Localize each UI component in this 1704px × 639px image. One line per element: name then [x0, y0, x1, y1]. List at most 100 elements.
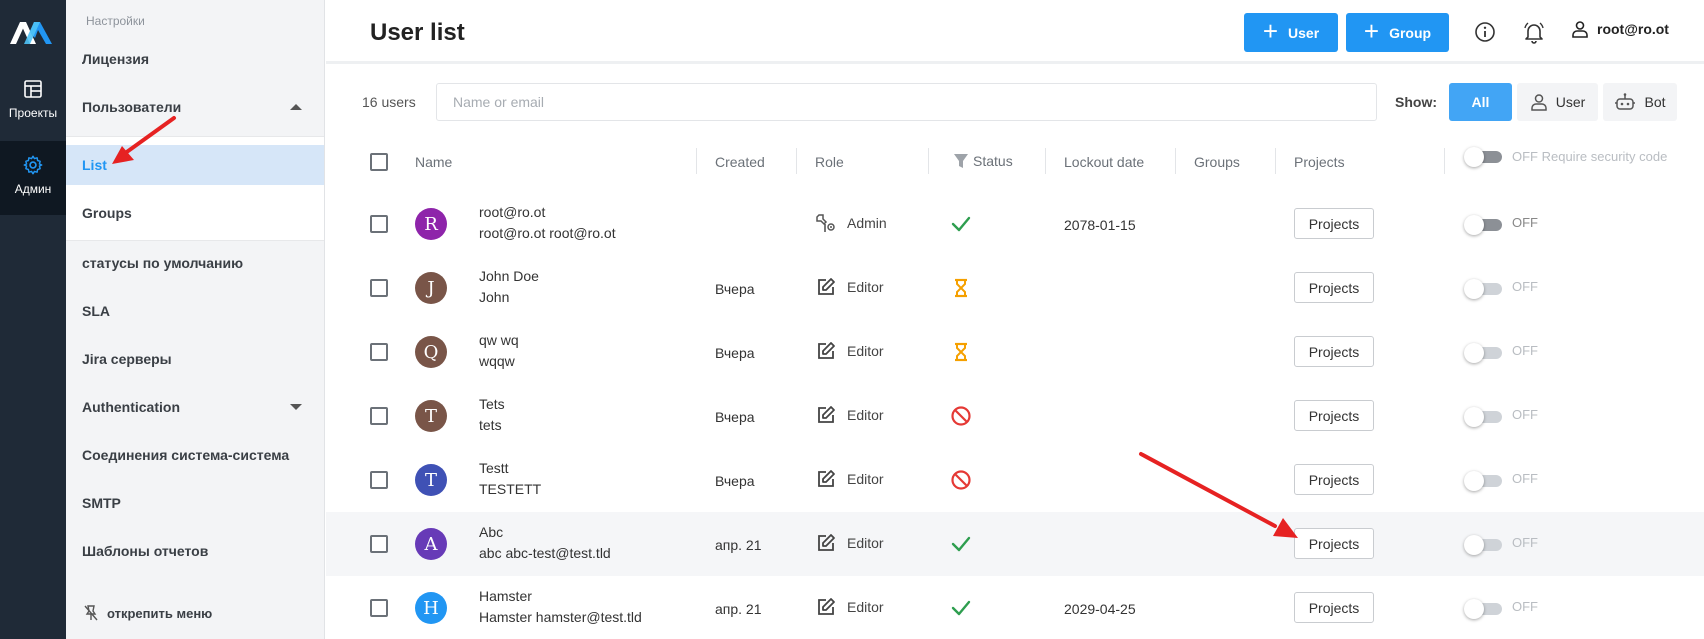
user-name[interactable]: Testt: [479, 460, 509, 476]
filter-label: Bot: [1644, 94, 1666, 110]
security-code-toggle[interactable]: [1464, 406, 1504, 427]
sidebar-item-list[interactable]: List: [66, 145, 324, 185]
sidebar-item-system-connections[interactable]: Соединения система-система: [66, 440, 324, 470]
toggle-state-label: OFF: [1512, 215, 1538, 230]
security-code-toggle[interactable]: [1464, 470, 1504, 491]
current-user-menu[interactable]: root@ro.ot: [1571, 20, 1669, 38]
column-header-lockout-date[interactable]: Lockout date: [1064, 154, 1144, 170]
row-checkbox[interactable]: [370, 407, 388, 425]
security-code-toggle[interactable]: [1464, 598, 1504, 619]
created-date: Вчера: [715, 345, 755, 361]
column-divider[interactable]: [1045, 148, 1046, 174]
sidebar-item-license[interactable]: Лицензия: [66, 44, 324, 74]
projects-button[interactable]: Projects: [1294, 400, 1374, 431]
sidebar-item-users[interactable]: Пользователи: [66, 90, 324, 124]
select-all-checkbox[interactable]: [370, 153, 388, 171]
projects-button[interactable]: Projects: [1294, 528, 1374, 559]
app-logo[interactable]: [8, 18, 54, 46]
sidebar-item-report-templates[interactable]: Шаблоны отчетов: [66, 536, 324, 566]
column-divider[interactable]: [796, 148, 797, 174]
security-code-toggle[interactable]: [1464, 214, 1504, 235]
column-divider[interactable]: [696, 148, 697, 174]
add-group-button[interactable]: + Group: [1346, 13, 1449, 52]
sidebar-item-groups[interactable]: Groups: [66, 185, 324, 241]
projects-button[interactable]: Projects: [1294, 592, 1374, 623]
rail-item-projects[interactable]: Проекты: [0, 70, 66, 140]
require-security-code-toggle[interactable]: [1464, 146, 1504, 167]
table-row[interactable]: T Tets tets Вчера Editor Projects OFF: [326, 384, 1704, 448]
projects-button[interactable]: Projects: [1294, 336, 1374, 367]
table-row[interactable]: H Hamster Hamster hamster@test.tld апр. 21 E…: [326, 576, 1704, 639]
table-row[interactable]: A Abc abc abc-test@test.tld апр. 21 Editor Pr…: [326, 512, 1704, 576]
column-header-name[interactable]: Name: [415, 154, 452, 170]
row-checkbox[interactable]: [370, 535, 388, 553]
row-checkbox[interactable]: [370, 215, 388, 233]
table-row[interactable]: J John Doe John Вчера Editor Projects OFF: [326, 256, 1704, 320]
hourglass-icon: [955, 278, 967, 298]
column-divider[interactable]: [1175, 148, 1176, 174]
filter-bot-button[interactable]: Bot: [1603, 83, 1677, 121]
security-toggle-label: OFF Require security code: [1512, 149, 1668, 164]
row-checkbox[interactable]: [370, 279, 388, 297]
search-input[interactable]: [436, 83, 1377, 121]
row-checkbox[interactable]: [370, 343, 388, 361]
user-name[interactable]: Tets: [479, 396, 505, 412]
user-role: Editor: [815, 532, 884, 554]
rail-item-admin[interactable]: Админ: [0, 141, 66, 215]
filter-all-button[interactable]: All: [1449, 83, 1512, 121]
user-name[interactable]: Hamster: [479, 588, 532, 604]
table-row[interactable]: T Testt TESTETT Вчера Editor Projects OFF: [326, 448, 1704, 512]
projects-button[interactable]: Projects: [1294, 208, 1374, 239]
filter-user-button[interactable]: User: [1517, 83, 1598, 121]
avatar-initial: A: [424, 533, 438, 555]
blocked-icon: [951, 470, 971, 490]
user-name[interactable]: root@ro.ot: [479, 204, 545, 220]
table-row[interactable]: Rroot@ro.ot root@ro.ot root@ro.ot Admin 207…: [326, 192, 1704, 256]
row-checkbox[interactable]: [370, 599, 388, 617]
app-rail: Проекты Админ: [0, 0, 66, 639]
sidebar-item-label: Jira серверы: [82, 351, 172, 367]
column-header-groups[interactable]: Groups: [1194, 154, 1240, 170]
column-header-label: Status: [973, 153, 1013, 169]
sidebar-item-authentication[interactable]: Authentication: [66, 392, 324, 422]
blocked-icon: [951, 406, 971, 426]
edit-icon: [818, 598, 835, 615]
user-name[interactable]: Abc: [479, 524, 503, 540]
security-code-toggle[interactable]: [1464, 534, 1504, 555]
column-divider[interactable]: [1275, 148, 1276, 174]
table-row[interactable]: Qqw wq wqqw Вчера Editor Projects OFF: [326, 320, 1704, 384]
user-name[interactable]: qw wq: [479, 332, 519, 348]
sidebar-item-jira-servers[interactable]: Jira серверы: [66, 344, 324, 374]
column-header-created[interactable]: Created: [715, 154, 765, 170]
avatar-initial: R: [424, 213, 438, 235]
security-code-toggle[interactable]: [1464, 342, 1504, 363]
avatar-initial: H: [423, 597, 439, 619]
chevron-up-icon: [290, 104, 302, 110]
info-icon[interactable]: [1474, 21, 1496, 43]
table-header: Name Created Role Status Lockout date Gr…: [326, 140, 1704, 184]
avatar: T: [415, 464, 447, 496]
column-header-projects[interactable]: Projects: [1294, 154, 1345, 170]
toggle-state-label: OFF: [1512, 279, 1538, 294]
column-divider[interactable]: [928, 148, 929, 174]
user-name[interactable]: John Doe: [479, 268, 539, 284]
sidebar-item-sla[interactable]: SLA: [66, 296, 324, 326]
role-label: Editor: [847, 343, 884, 359]
column-header-status[interactable]: Status: [953, 152, 1013, 170]
role-label: Editor: [847, 279, 884, 295]
user-role: Editor: [815, 340, 884, 362]
projects-button[interactable]: Projects: [1294, 272, 1374, 303]
unpin-menu-button[interactable]: открепить меню: [83, 604, 212, 622]
sidebar-item-smtp[interactable]: SMTP: [66, 488, 324, 518]
column-header-role[interactable]: Role: [815, 154, 844, 170]
sidebar-item-default-statuses[interactable]: статусы по умолчанию: [66, 248, 324, 278]
created-date: апр. 21: [715, 537, 762, 553]
projects-button[interactable]: Projects: [1294, 464, 1374, 495]
security-code-toggle[interactable]: [1464, 278, 1504, 299]
add-user-button[interactable]: + User: [1244, 13, 1338, 52]
rail-item-label: Проекты: [8, 106, 58, 120]
column-divider[interactable]: [1444, 148, 1445, 174]
user-login-email: Hamster hamster@test.tld: [479, 609, 642, 625]
bell-icon[interactable]: [1522, 20, 1546, 44]
row-checkbox[interactable]: [370, 471, 388, 489]
